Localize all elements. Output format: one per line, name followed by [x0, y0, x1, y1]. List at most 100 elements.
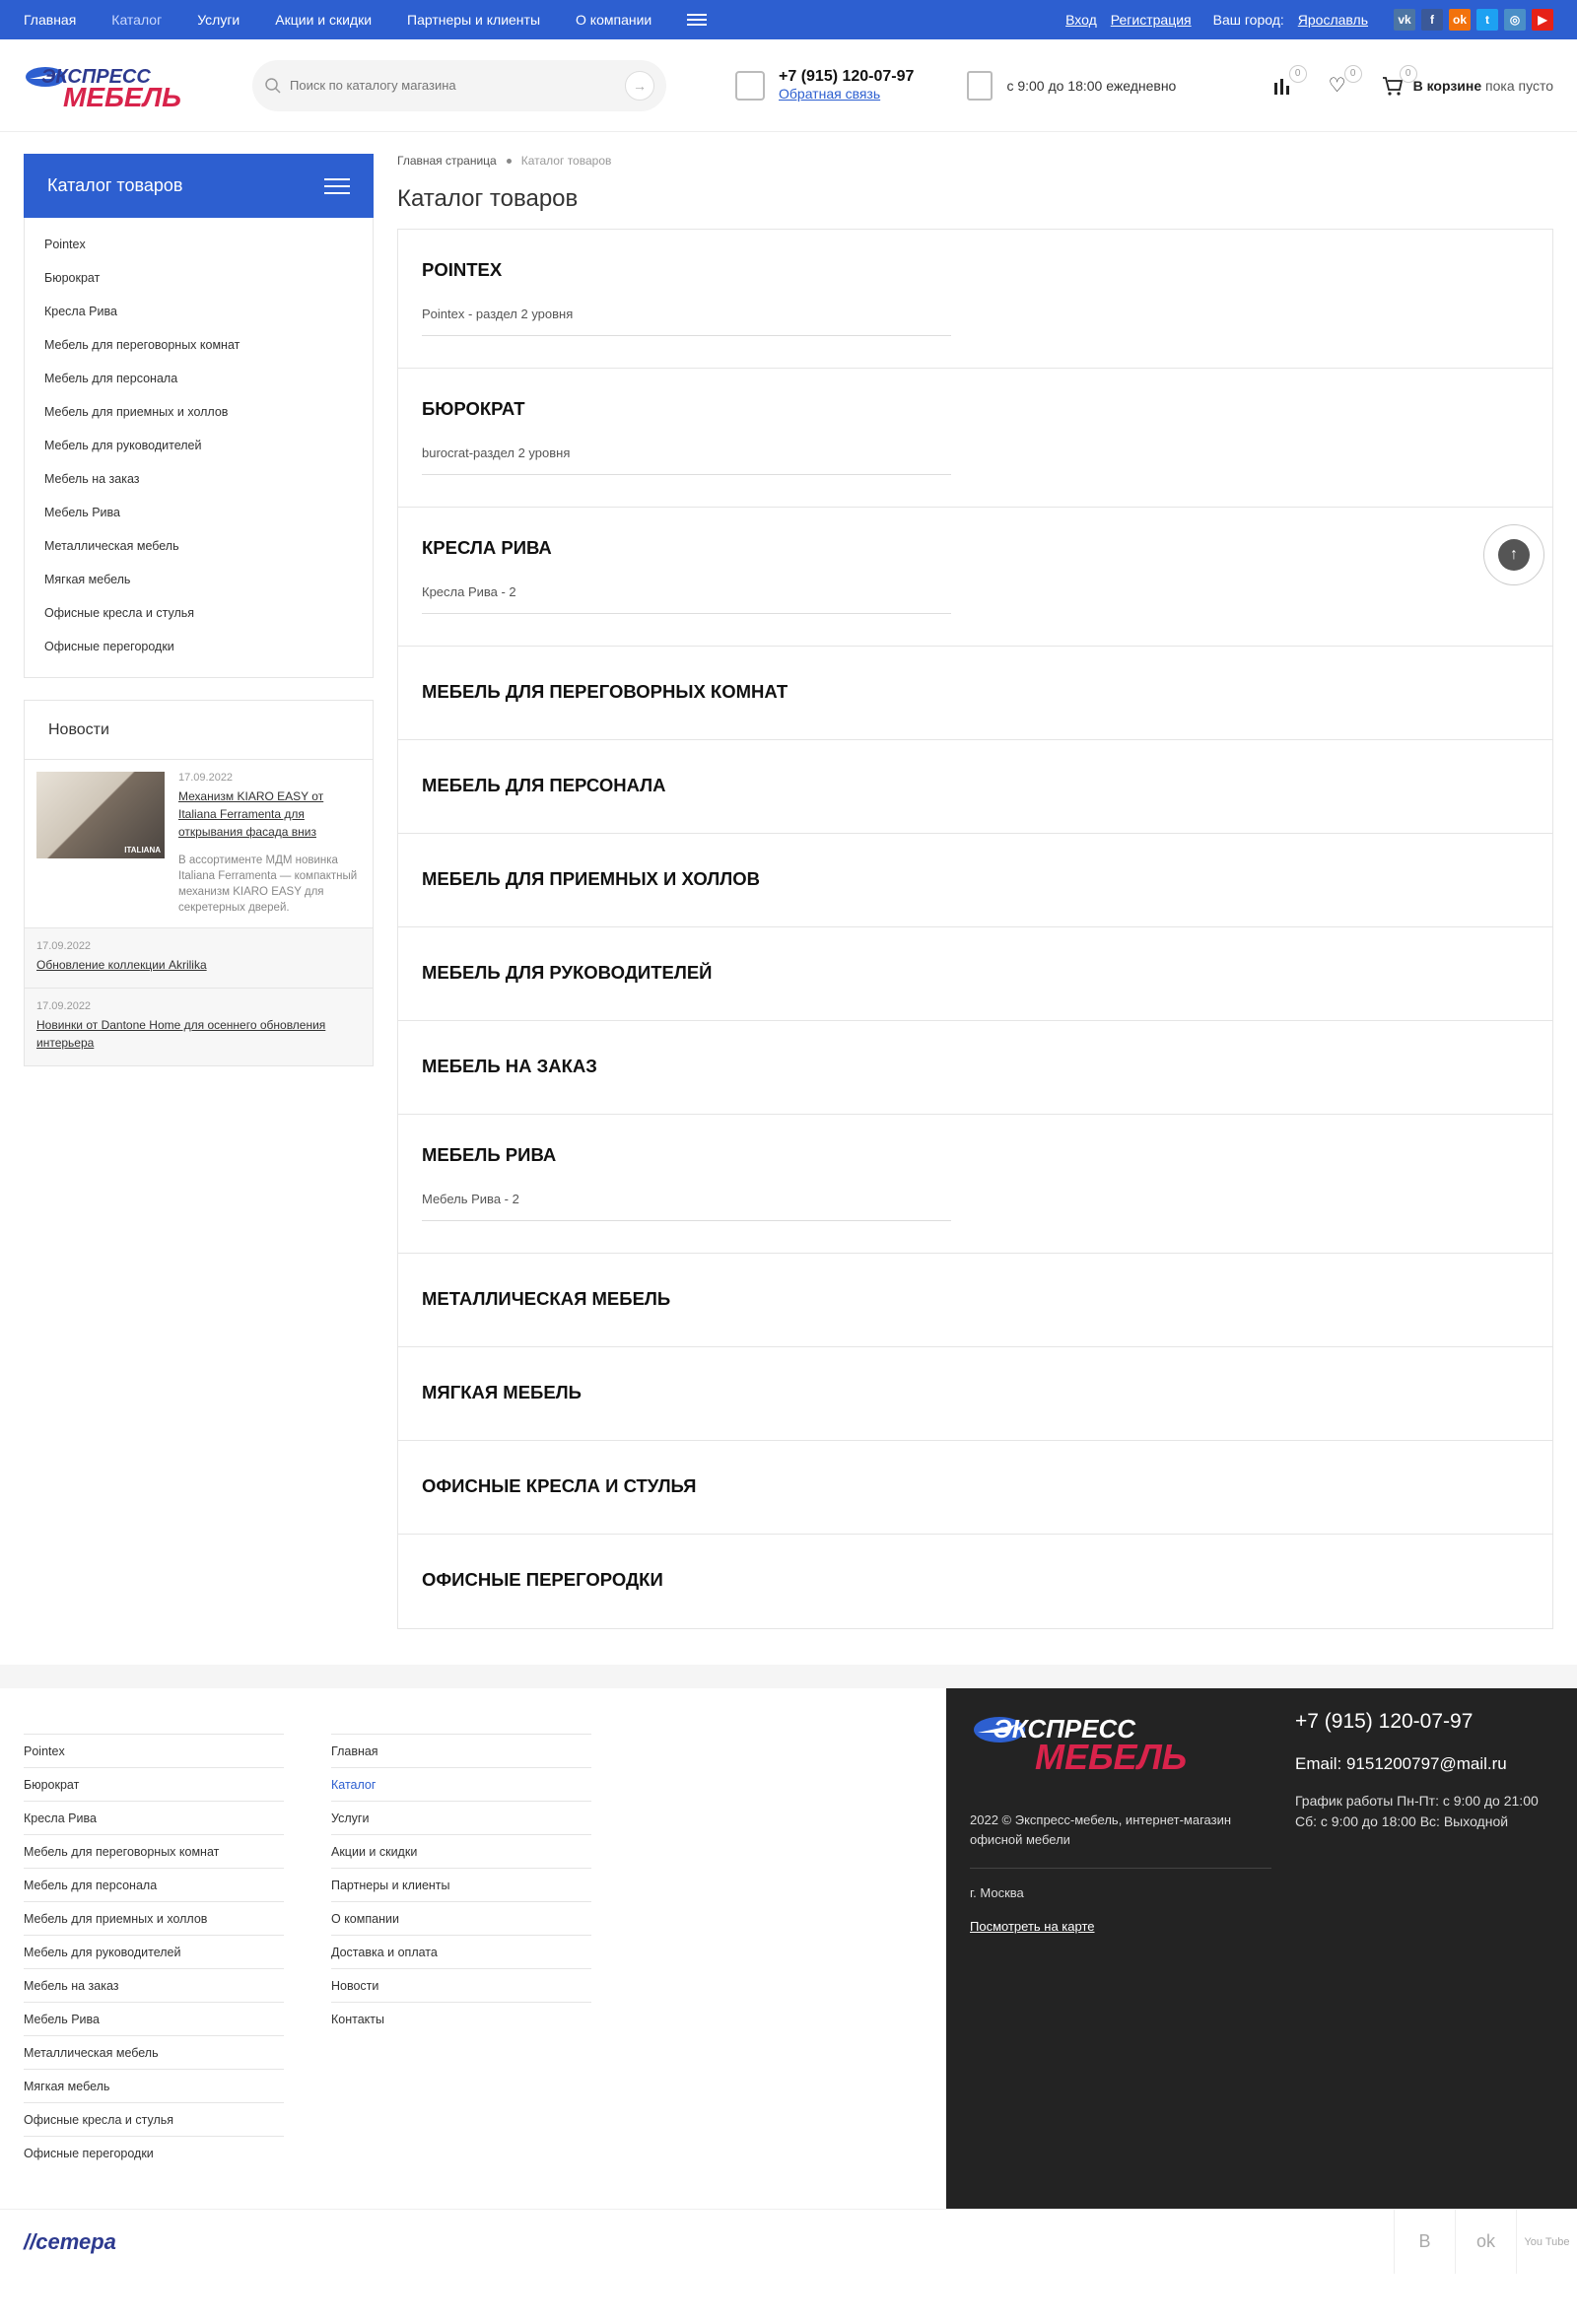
top-nav-catalog[interactable]: Каталог [111, 12, 162, 28]
top-nav-services[interactable]: Услуги [197, 12, 240, 28]
cart-button[interactable]: 0 В корзине пока пусто [1378, 64, 1553, 101]
footer-menu-link[interactable]: Контакты [331, 2002, 591, 2035]
callback-link[interactable]: Обратная связь [779, 86, 880, 102]
catalog-section-title[interactable]: Pointex [422, 259, 1529, 281]
city-selector[interactable]: Ярославль [1298, 12, 1368, 28]
working-hours: с 9:00 до 18:00 ежедневно [1006, 77, 1177, 94]
catalog-section-title[interactable]: Мебель для переговорных комнат [422, 681, 1529, 703]
top-nav-about[interactable]: О компании [576, 12, 651, 28]
catalog-section-title[interactable]: Мебель для персонала [422, 775, 1529, 796]
catalog-section-title[interactable]: Мебель для приемных и холлов [422, 868, 1529, 890]
catalog-subsection-link[interactable]: Кресла Рива - 2 [422, 584, 951, 614]
footer-email[interactable]: Email: 9151200797@mail.ru [1295, 1754, 1507, 1774]
footer-map-link[interactable]: Посмотреть на карте [970, 1919, 1094, 1934]
hours-block: с 9:00 до 18:00 ежедневно [967, 70, 1177, 101]
vk-icon[interactable]: B [1394, 2210, 1455, 2274]
youtube-icon[interactable]: You Tube [1516, 2210, 1577, 2274]
wishlist-button[interactable]: ♡ 0 [1323, 64, 1362, 101]
top-nav-promos[interactable]: Акции и скидки [275, 12, 372, 28]
scroll-to-top-button[interactable]: ↑ [1483, 524, 1544, 585]
top-nav-partners[interactable]: Партнеры и клиенты [407, 12, 540, 28]
youtube-icon[interactable]: ▶ [1532, 9, 1553, 31]
footer-catalog-link[interactable]: Офисные кресла и стулья [24, 2102, 284, 2136]
news-link[interactable]: Механизм KIARO EASY от Italiana Ferramen… [178, 789, 323, 839]
footer-menu-link[interactable]: Партнеры и клиенты [331, 1868, 591, 1901]
footer-phone[interactable]: +7 (915) 120-07-97 [1295, 1710, 1473, 1734]
header-phone[interactable]: +7 (915) 120-07-97 [779, 68, 914, 86]
instagram-icon[interactable]: ◎ [1504, 9, 1526, 31]
catalog-menu-item[interactable]: Мебель для руководителей [25, 429, 373, 462]
search-submit-arrow-icon[interactable]: → [625, 70, 654, 101]
footer-menu-link[interactable]: Услуги [331, 1801, 591, 1834]
catalog-menu-item[interactable]: Металлическая мебель [25, 529, 373, 563]
breadcrumb-current: Каталог товаров [520, 154, 612, 168]
catalog-section-title[interactable]: Кресла Рива [422, 537, 1529, 559]
footer-menu-link[interactable]: Каталог [331, 1767, 591, 1801]
catalog-menu-item[interactable]: Офисные перегородки [25, 630, 373, 663]
catalog-menu-item[interactable]: Бюрократ [25, 261, 373, 295]
catalog-section-title[interactable]: Мебель на заказ [422, 1056, 1529, 1077]
odnoklassniki-icon[interactable]: ok [1449, 9, 1471, 31]
vk-icon[interactable]: vk [1394, 9, 1415, 31]
twitter-icon[interactable]: t [1476, 9, 1498, 31]
catalog-menu-item[interactable]: Мебель для приемных и холлов [25, 395, 373, 429]
developer-logo[interactable]: //сетера [24, 2229, 116, 2255]
footer-schedule-weekend: Сб: с 9:00 до 18:00 Вс: Выходной [1295, 1813, 1509, 1829]
news-description: В ассортименте МДМ новинка Italiana Ferr… [178, 854, 358, 914]
catalog-section-title[interactable]: Офисные кресла и стулья [422, 1475, 1529, 1497]
footer-catalog-link[interactable]: Кресла Рива [24, 1801, 284, 1834]
footer-catalog-link[interactable]: Мебель Рива [24, 2002, 284, 2035]
catalog-section-title[interactable]: Металлическая мебель [422, 1288, 1529, 1310]
catalog-section-title[interactable]: Мягкая мебель [422, 1382, 1529, 1403]
catalog-section-title[interactable]: Офисные перегородки [422, 1569, 1529, 1591]
catalog-menu-item[interactable]: Мебель на заказ [25, 462, 373, 496]
footer-catalog-link[interactable]: Мебель для переговорных комнат [24, 1834, 284, 1868]
footer-catalog-link[interactable]: Офисные перегородки [24, 2136, 284, 2169]
catalog-menu-item[interactable]: Мебель для переговорных комнат [25, 328, 373, 362]
footer-catalog-link[interactable]: Металлическая мебель [24, 2035, 284, 2069]
footer-catalog-link[interactable]: Бюрократ [24, 1767, 284, 1801]
footer-catalog-link[interactable]: Pointex [24, 1734, 284, 1767]
catalog-menu-item[interactable]: Офисные кресла и стулья [25, 596, 373, 630]
catalog-menu-item[interactable]: Мягкая мебель [25, 563, 373, 596]
compare-button[interactable]: 0 [1268, 64, 1307, 101]
catalog-subsection-link[interactable]: Pointex - раздел 2 уровня [422, 307, 951, 336]
news-title[interactable]: Новости [25, 701, 373, 760]
catalog-subsection-link[interactable]: burocrat-раздел 2 уровня [422, 445, 951, 475]
login-link[interactable]: Вход [1065, 12, 1097, 28]
footer-catalog-link[interactable]: Мебель для приемных и холлов [24, 1901, 284, 1935]
footer-catalog-link[interactable]: Мебель для персонала [24, 1868, 284, 1901]
footer-catalog-link[interactable]: Мебель для руководителей [24, 1935, 284, 1968]
catalog-menu-item[interactable]: Кресла Рива [25, 295, 373, 328]
odnoklassniki-icon[interactable]: ok [1455, 2210, 1516, 2274]
catalog-menu-item[interactable]: Pointex [25, 228, 373, 261]
news-link[interactable]: Обновление коллекции Akrilika [36, 958, 207, 972]
more-menu-icon[interactable] [687, 14, 708, 26]
logo[interactable]: ЭКСПРЕСС МЕБЕЛЬ [24, 63, 233, 112]
footer-menu-link[interactable]: Главная [331, 1734, 591, 1767]
facebook-icon[interactable]: f [1421, 9, 1443, 31]
top-nav-home[interactable]: Главная [24, 12, 76, 28]
catalog-menu-item[interactable]: Мебель Рива [25, 496, 373, 529]
logo-text-bottom: МЕБЕЛЬ [63, 82, 181, 108]
footer-menu-link[interactable]: Акции и скидки [331, 1834, 591, 1868]
catalog-section-title[interactable]: Мебель для руководителей [422, 962, 1529, 984]
footer-catalog-link[interactable]: Мебель на заказ [24, 1968, 284, 2002]
catalog-menu-item[interactable]: Мебель для персонала [25, 362, 373, 395]
footer-logo[interactable]: ЭКСПРЕСС МЕБЕЛЬ [970, 1712, 1236, 1777]
register-link[interactable]: Регистрация [1111, 12, 1192, 28]
catalog-subsection-link[interactable]: Мебель Рива - 2 [422, 1192, 951, 1221]
catalog-section-title[interactable]: Мебель Рива [422, 1144, 1529, 1166]
breadcrumb-home[interactable]: Главная страница [397, 154, 497, 168]
catalog-section-title[interactable]: Бюрократ [422, 398, 1529, 420]
news-thumbnail[interactable]: ITALIANA [36, 772, 165, 858]
search-input[interactable] [290, 78, 625, 93]
news-item: 17.09.2022 Новинки от Dantone Home для о… [25, 988, 373, 1065]
footer-menu-link[interactable]: О компании [331, 1901, 591, 1935]
news-link[interactable]: Новинки от Dantone Home для осеннего обн… [36, 1018, 325, 1050]
footer-catalog-link[interactable]: Мягкая мебель [24, 2069, 284, 2102]
catalog-menu-header[interactable]: Каталог товаров [24, 154, 374, 218]
footer-menu-link[interactable]: Доставка и оплата [331, 1935, 591, 1968]
footer-menu-link[interactable]: Новости [331, 1968, 591, 2002]
footer-city: г. Москва [970, 1885, 1024, 1900]
